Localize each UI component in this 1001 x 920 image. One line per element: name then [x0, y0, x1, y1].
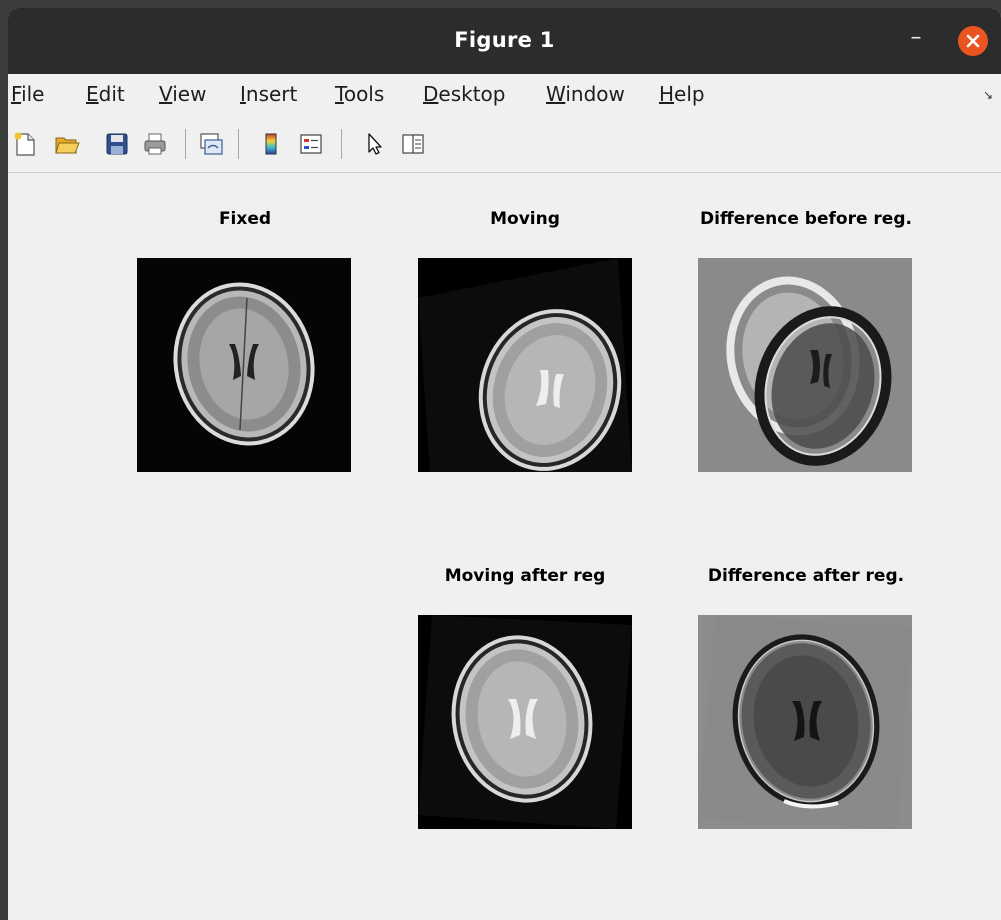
- insert-colorbar-button[interactable]: [258, 131, 284, 157]
- link-plot-icon: [200, 133, 223, 155]
- difference-before-image[interactable]: [698, 258, 912, 472]
- save-button[interactable]: [104, 131, 130, 157]
- menu-edit[interactable]: Edit: [86, 82, 125, 106]
- figure-window: Figure 1 – File Edit View Insert Tools D…: [8, 8, 1001, 920]
- axes-title-difference-before: Difference before reg.: [700, 209, 912, 229]
- menu-view[interactable]: View: [159, 82, 206, 106]
- axes-title-fixed: Fixed: [218, 209, 272, 229]
- fixed-image[interactable]: [137, 258, 351, 472]
- toolbar-separator: [185, 129, 186, 159]
- brain-mri-image: [137, 258, 351, 472]
- property-inspector-icon: [402, 134, 424, 154]
- menu-tools[interactable]: Tools: [335, 82, 384, 106]
- menu-window[interactable]: Window: [546, 82, 625, 106]
- menu-file[interactable]: File: [11, 82, 44, 106]
- menu-desktop[interactable]: Desktop: [423, 82, 506, 106]
- menu-insert[interactable]: Insert: [240, 82, 297, 106]
- axes-title-moving: Moving: [490, 209, 560, 229]
- property-inspector-button[interactable]: [400, 131, 426, 157]
- minimize-button[interactable]: –: [905, 26, 927, 50]
- toolbar-separator: [341, 129, 342, 159]
- menu-bar: File Edit View Insert Tools Desktop Wind…: [8, 74, 1001, 116]
- close-button[interactable]: [958, 26, 988, 56]
- link-plot-button[interactable]: [198, 131, 224, 157]
- menu-overflow-arrow-icon[interactable]: ↘: [983, 88, 993, 102]
- toolbar-separator: [238, 129, 239, 159]
- axes-title-difference-after: Difference after reg.: [707, 566, 905, 586]
- print-icon: [144, 133, 166, 155]
- legend-icon: [300, 134, 322, 154]
- moving-image[interactable]: [418, 258, 632, 472]
- pointer-icon: [368, 133, 382, 155]
- colorbar-icon: [265, 133, 277, 155]
- window-title: Figure 1: [454, 28, 555, 52]
- close-icon: [966, 34, 980, 48]
- open-file-icon: [55, 137, 80, 154]
- brain-mri-image: [418, 615, 632, 829]
- toolbar: [8, 116, 1001, 173]
- difference-after-image[interactable]: [698, 615, 912, 829]
- axes-title-moving-after: Moving after reg: [444, 566, 606, 586]
- new-figure-icon: [14, 132, 35, 156]
- brain-mri-image: [418, 258, 632, 472]
- title-bar[interactable]: Figure 1 –: [8, 8, 1001, 74]
- new-figure-button[interactable]: [12, 131, 38, 157]
- moving-after-image[interactable]: [418, 615, 632, 829]
- difference-image: [698, 615, 912, 829]
- open-file-button[interactable]: [54, 131, 80, 157]
- save-icon: [106, 133, 128, 155]
- print-button[interactable]: [142, 131, 168, 157]
- difference-image: [698, 258, 912, 472]
- figure-canvas: Fixed Moving Difference before reg. Movi…: [8, 173, 1001, 920]
- menu-help[interactable]: Help: [659, 82, 705, 106]
- edit-plot-button[interactable]: [362, 131, 388, 157]
- insert-legend-button[interactable]: [298, 131, 324, 157]
